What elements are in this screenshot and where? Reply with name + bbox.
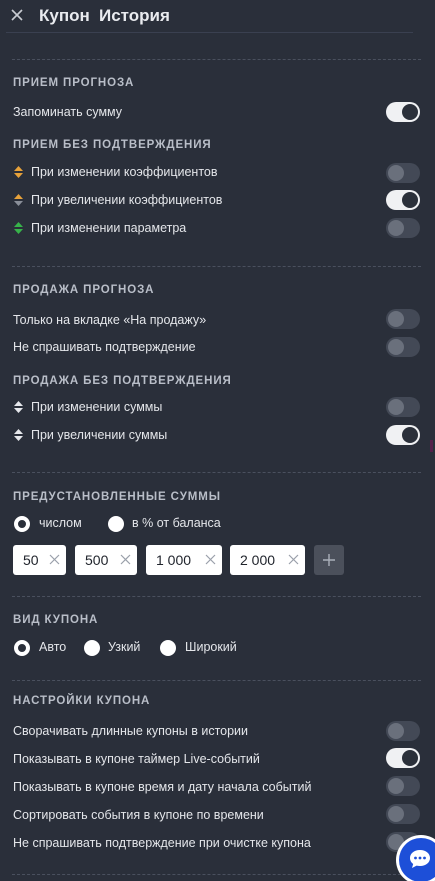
preset-chip[interactable]: 500 (75, 545, 137, 575)
updown-arrows-icon (14, 429, 23, 441)
clear-no-confirm-label: Не спрашивать подтверждение при очистке … (13, 836, 311, 850)
remove-icon[interactable] (49, 554, 60, 565)
event-start-time-toggle[interactable] (386, 776, 420, 796)
toggle-knob (402, 427, 418, 443)
sale-amount-change-toggle[interactable] (386, 397, 420, 417)
accept-odds-increase-toggle[interactable] (386, 190, 420, 210)
collapse-long-coupons-toggle[interactable] (386, 721, 420, 741)
live-timer-label: Показывать в купоне таймер Live-событий (13, 752, 260, 766)
tab-coupon[interactable]: Купон (39, 6, 90, 26)
live-timer-toggle[interactable] (386, 748, 420, 768)
radio-amount-number-label: числом (39, 516, 82, 530)
updown-arrows-icon (14, 166, 23, 178)
toggle-knob (388, 220, 404, 236)
remember-amount-toggle[interactable] (386, 102, 420, 122)
toggle-knob (388, 399, 404, 415)
radio-amount-percent-label: в % от баланса (132, 516, 221, 530)
radio-amount-percent[interactable] (108, 516, 124, 532)
collapse-long-coupons-label: Сворачивать длинные купоны в истории (13, 724, 249, 738)
toggle-knob (388, 339, 404, 355)
toggle-knob (388, 778, 404, 794)
section-title-coupon-view: ВИД КУПОНА (13, 614, 99, 626)
divider (12, 596, 421, 597)
add-preset-button[interactable] (314, 545, 344, 575)
accept-odds-change-toggle[interactable] (386, 163, 420, 183)
sort-by-time-label: Сортировать события в купоне по времени (13, 808, 264, 822)
event-start-time-label: Показывать в купоне время и дату начала … (13, 780, 312, 794)
coupon-header: Купон История (0, 0, 435, 32)
preset-chip[interactable]: 2 000 (230, 545, 305, 575)
sale-tab-only-toggle[interactable] (386, 309, 420, 329)
radio-view-auto-label: Авто (39, 640, 67, 654)
toggle-knob (388, 165, 404, 181)
section-title-bet-sale: ПРОДАЖА ПРОГНОЗА (13, 284, 155, 296)
toggle-knob (388, 806, 404, 822)
chat-bubble-icon (410, 850, 430, 868)
chat-button[interactable] (399, 838, 435, 881)
sort-by-time-toggle[interactable] (386, 804, 420, 824)
plus-icon (323, 554, 335, 566)
preset-chip[interactable]: 50 (13, 545, 66, 575)
divider (12, 59, 421, 60)
sale-no-confirm-toggle[interactable] (386, 337, 420, 357)
section-title-coupon-settings: НАСТРОЙКИ КУПОНА (13, 695, 151, 707)
sale-amount-change-label: При изменении суммы (31, 400, 163, 414)
radio-view-narrow[interactable] (84, 640, 100, 656)
toggle-knob (402, 750, 418, 766)
accept-odds-change-label: При изменении коэффициентов (31, 165, 218, 179)
close-icon[interactable] (10, 8, 24, 22)
remove-icon[interactable] (288, 554, 299, 565)
radio-view-wide-label: Широкий (185, 640, 237, 654)
accept-param-change-toggle[interactable] (386, 218, 420, 238)
tab-history[interactable]: История (99, 6, 170, 26)
toggle-knob (402, 192, 418, 208)
accept-odds-increase-label: При увеличении коэффициентов (31, 193, 223, 207)
section-title-accept-no-confirm: ПРИЕМ БЕЗ ПОДТВЕРЖДЕНИЯ (13, 139, 212, 151)
updown-arrows-icon (14, 222, 23, 234)
divider (12, 680, 421, 681)
section-title-sale-no-confirm: ПРОДАЖА БЕЗ ПОДТВЕРЖДЕНИЯ (13, 375, 232, 387)
preset-chip-value: 1 000 (156, 552, 192, 568)
preset-chip[interactable]: 1 000 (146, 545, 222, 575)
radio-view-auto[interactable] (14, 640, 30, 656)
divider (12, 266, 421, 267)
divider (12, 472, 421, 473)
updown-arrows-icon (14, 194, 23, 206)
remove-icon[interactable] (120, 554, 131, 565)
sale-amount-increase-toggle[interactable] (386, 425, 420, 445)
scroll-marker (430, 440, 433, 452)
section-title-bet-accept: ПРИЕМ ПРОГНОЗА (13, 77, 135, 89)
radio-amount-number[interactable] (14, 516, 30, 532)
radio-view-wide[interactable] (160, 640, 176, 656)
accept-param-change-label: При изменении параметра (31, 221, 187, 235)
sale-no-confirm-label: Не спрашивать подтверждение (13, 340, 196, 354)
toggle-knob (388, 723, 404, 739)
preset-chip-value: 50 (23, 552, 39, 568)
sale-amount-increase-label: При увеличении суммы (31, 428, 168, 442)
sale-tab-only-label: Только на вкладке «На продажу» (13, 313, 207, 327)
preset-chip-value: 500 (85, 552, 109, 568)
toggle-knob (388, 311, 404, 327)
updown-arrows-icon (14, 401, 23, 413)
toggle-knob (402, 104, 418, 120)
divider (12, 874, 421, 875)
section-title-preset-amounts: ПРЕДУСТАНОВЛЕННЫЕ СУММЫ (13, 491, 221, 503)
radio-view-narrow-label: Узкий (108, 640, 141, 654)
remove-icon[interactable] (205, 554, 216, 565)
preset-chip-value: 2 000 (240, 552, 276, 568)
remember-amount-label: Запоминать сумму (13, 105, 123, 119)
header-divider (6, 32, 413, 33)
